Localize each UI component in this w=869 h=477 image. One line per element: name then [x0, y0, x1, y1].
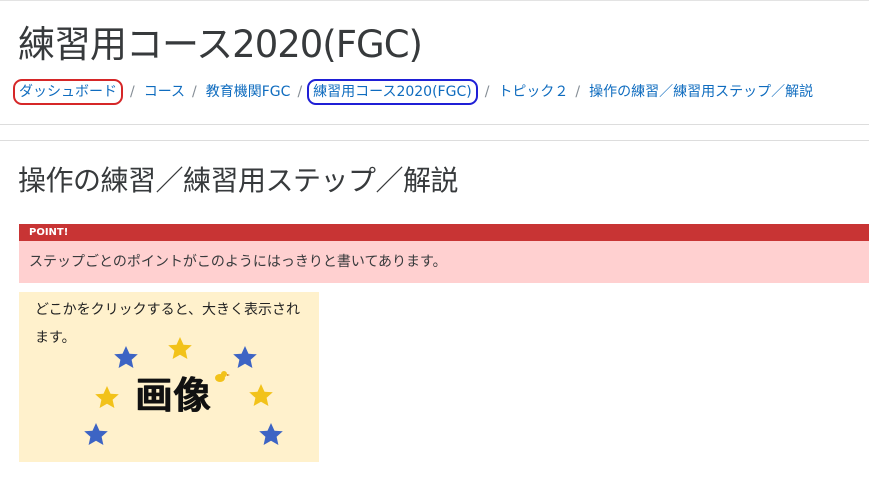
top-divider	[0, 0, 869, 1]
breadcrumb-item-topic[interactable]: トピック２	[498, 82, 568, 102]
star-icon	[95, 386, 119, 408]
star-icon	[233, 346, 257, 368]
star-icon	[259, 423, 283, 445]
point-callout: POINT! ステップごとのポイントがこのようにはっきりと書いてあります。	[19, 224, 869, 283]
star-icon	[114, 346, 138, 368]
breadcrumb-separator: /	[130, 84, 135, 100]
breadcrumb-separator: /	[297, 84, 303, 100]
star-icon	[249, 384, 273, 406]
enlargeable-image[interactable]: どこかをクリックすると、大きく表示されます。 画像	[19, 292, 319, 462]
point-text: ステップごとのポイントがこのようにはっきりと書いてあります。	[29, 254, 447, 270]
image-word: 画像	[135, 374, 211, 417]
breadcrumb-item-course[interactable]: 練習用コース2020(FGC)	[307, 79, 478, 105]
breadcrumb-item-dashboard[interactable]: ダッシュボード	[13, 79, 123, 105]
course-title: 練習用コース2020(FGC)	[18, 23, 423, 66]
breadcrumb-item-institution[interactable]: 教育機関FGC	[206, 82, 291, 102]
page-heading: 操作の練習／練習用ステップ／解説	[18, 164, 459, 197]
star-icon	[84, 423, 108, 445]
breadcrumb-item-current-page[interactable]: 操作の練習／練習用ステップ／解説	[589, 82, 813, 102]
breadcrumb-separator: /	[484, 84, 490, 100]
header-divider	[0, 124, 869, 125]
star-icon	[168, 337, 192, 359]
breadcrumb: ダッシュボード / コース / 教育機関FGC / 練習用コース2020(FGC…	[13, 79, 813, 105]
breadcrumb-separator: /	[192, 84, 197, 100]
breadcrumb-separator: /	[575, 84, 581, 100]
bird-icon	[215, 371, 230, 382]
point-label: POINT!	[19, 224, 869, 241]
breadcrumb-item-courses[interactable]: コース	[144, 82, 185, 102]
content-divider	[0, 140, 869, 141]
